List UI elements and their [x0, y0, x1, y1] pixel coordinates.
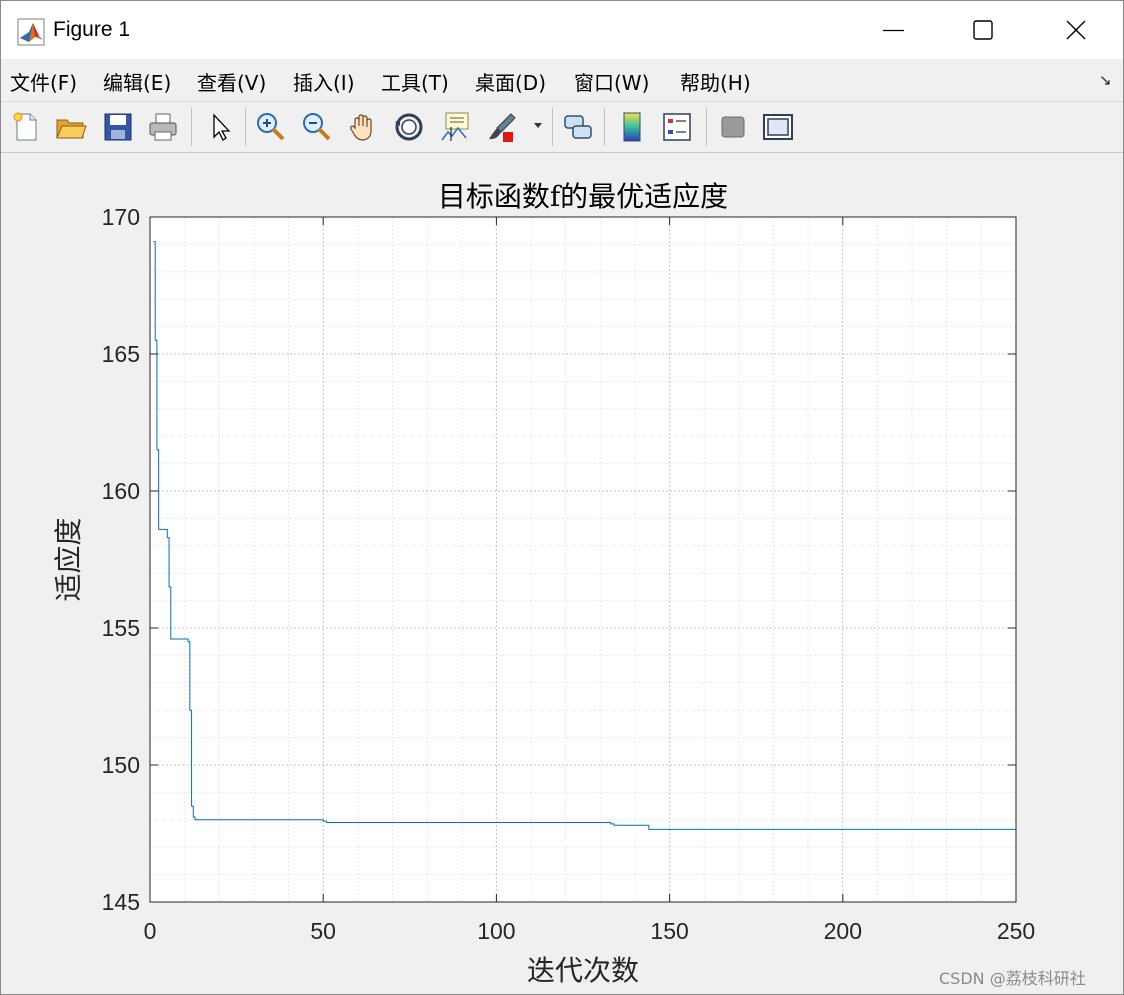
data-cursor-icon[interactable] [438, 110, 472, 144]
legend-icon[interactable] [660, 110, 694, 144]
close-button[interactable] [1031, 1, 1121, 59]
menu-help[interactable]: 帮助(H) [680, 67, 751, 96]
colorbar-icon[interactable] [615, 110, 649, 144]
x-axis-label: 迭代次数 [527, 954, 639, 987]
menu-insert[interactable]: 插入(I) [293, 67, 355, 96]
menu-tools[interactable]: 工具(T) [381, 67, 449, 96]
window-title: Figure 1 [53, 18, 131, 41]
open-file-icon[interactable] [54, 110, 88, 144]
y-tick-label: 145 [102, 889, 140, 915]
menu-view[interactable]: 查看(V) [197, 67, 266, 96]
link-plot-icon[interactable] [561, 110, 595, 144]
y-axis-label: 适应度 [52, 517, 85, 601]
plot-background [150, 217, 1016, 902]
toolbar-separator [245, 108, 246, 146]
show-plot-tools-icon[interactable] [761, 110, 795, 144]
maximize-button[interactable] [939, 1, 1029, 59]
watermark: CSDN @荔枝科研社 [939, 969, 1086, 988]
toolbar-separator [191, 108, 192, 146]
zoom-in-icon[interactable] [254, 110, 288, 144]
zoom-out-icon[interactable] [300, 110, 334, 144]
rotate-3d-icon[interactable] [392, 110, 426, 144]
x-tick-label: 100 [477, 918, 515, 944]
select-arrow-icon[interactable] [204, 110, 238, 144]
brush-dropdown-icon[interactable] [532, 121, 544, 131]
title-bar: Figure 1 [1, 1, 1123, 59]
x-tick-label: 250 [997, 918, 1035, 944]
y-tick-label: 165 [102, 341, 140, 367]
menu-bar: 文件(F) 编辑(E) 查看(V) 插入(I) 工具(T) 桌面(D) 窗口(W… [1, 59, 1123, 102]
y-tick-label: 160 [102, 478, 140, 504]
matlab-logo-icon [17, 18, 45, 46]
dock-arrow-icon[interactable]: ↘ [1099, 71, 1112, 89]
minimize-button[interactable] [849, 1, 939, 59]
plot-axes[interactable]: 0 50 100 150 200 250 145 150 155 160 165 170 目标函数f的最… [1, 153, 1123, 994]
hide-plot-tools-icon[interactable] [716, 110, 750, 144]
figure-canvas: 0 50 100 150 200 250 145 150 155 160 165 170 目标函数f的最… [1, 153, 1123, 994]
toolbar-separator [552, 108, 553, 146]
brush-icon[interactable] [485, 110, 519, 144]
save-icon[interactable] [101, 110, 135, 144]
figure-window: Figure 1 文件(F) 编辑(E) 查看(V) 插入(I) 工具(T) 桌… [0, 0, 1124, 995]
y-tick-label: 150 [102, 752, 140, 778]
print-icon[interactable] [146, 110, 180, 144]
menu-file[interactable]: 文件(F) [10, 67, 77, 96]
x-tick-label: 0 [144, 918, 157, 944]
new-figure-icon[interactable] [9, 110, 43, 144]
menu-window[interactable]: 窗口(W) [574, 67, 649, 96]
pan-hand-icon[interactable] [346, 110, 380, 144]
menu-edit[interactable]: 编辑(E) [103, 67, 171, 96]
figure-toolbar [1, 102, 1123, 153]
toolbar-separator [706, 108, 707, 146]
toolbar-separator [604, 108, 605, 146]
x-tick-label: 150 [650, 918, 688, 944]
x-tick-label: 200 [824, 918, 862, 944]
chart-title: 目标函数f的最优适应度 [438, 180, 728, 213]
x-tick-label: 50 [310, 918, 336, 944]
menu-desktop[interactable]: 桌面(D) [475, 67, 546, 96]
y-tick-label: 170 [102, 204, 140, 230]
y-tick-label: 155 [102, 615, 140, 641]
